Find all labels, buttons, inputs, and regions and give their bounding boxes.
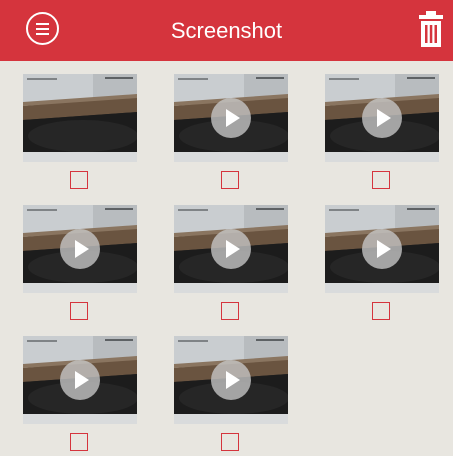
play-icon[interactable]: [211, 229, 251, 269]
app-header: Screenshot: [0, 0, 453, 61]
thumbnail-image: [23, 74, 137, 162]
play-icon[interactable]: [362, 229, 402, 269]
thumbnail[interactable]: [325, 74, 439, 162]
play-icon[interactable]: [60, 229, 100, 269]
select-checkbox[interactable]: [70, 433, 88, 451]
delete-button[interactable]: [415, 10, 447, 48]
select-checkbox[interactable]: [221, 433, 239, 451]
play-icon[interactable]: [362, 98, 402, 138]
play-icon[interactable]: [60, 360, 100, 400]
trash-icon: [419, 11, 443, 47]
play-icon[interactable]: [211, 98, 251, 138]
select-checkbox[interactable]: [221, 302, 239, 320]
thumbnail[interactable]: [325, 205, 439, 293]
thumbnail[interactable]: [23, 74, 137, 162]
thumbnail[interactable]: [174, 336, 288, 424]
page-title: Screenshot: [170, 18, 283, 43]
select-checkbox[interactable]: [221, 171, 239, 189]
select-checkbox[interactable]: [372, 302, 390, 320]
thumbnail[interactable]: [23, 205, 137, 293]
thumbnail[interactable]: [174, 205, 288, 293]
select-checkbox[interactable]: [372, 171, 390, 189]
media-grid: [0, 61, 453, 456]
thumbnail[interactable]: [174, 74, 288, 162]
select-checkbox[interactable]: [70, 171, 88, 189]
select-checkbox[interactable]: [70, 302, 88, 320]
play-icon[interactable]: [211, 360, 251, 400]
thumbnail[interactable]: [23, 336, 137, 424]
